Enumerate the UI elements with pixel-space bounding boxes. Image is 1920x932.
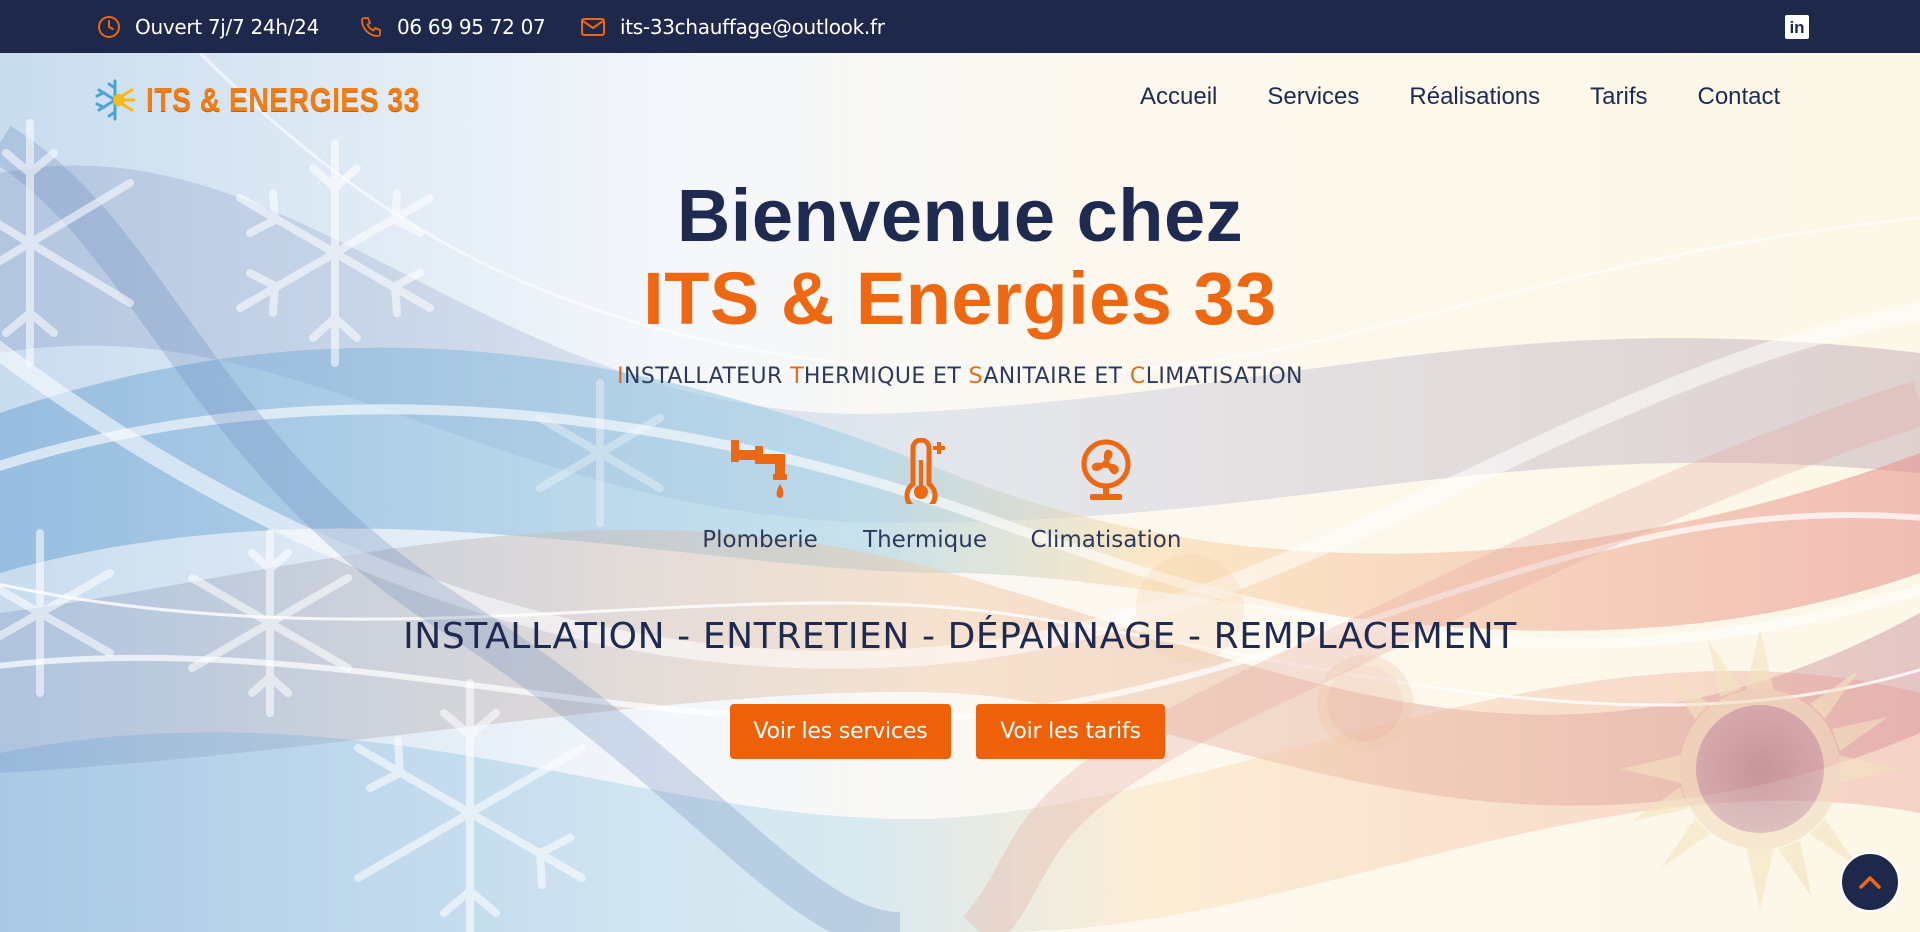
hero-company-name: ITS & Energies 33 bbox=[643, 257, 1277, 340]
hero-tagline: INSTALLATION - ENTRETIEN - DÉPANNAGE - R… bbox=[403, 616, 1517, 657]
subtitle-initial-c: C bbox=[1129, 364, 1146, 389]
phone-link[interactable]: 06 69 95 72 07 bbox=[359, 0, 546, 53]
scroll-to-top-button[interactable] bbox=[1840, 852, 1900, 912]
view-tarifs-button[interactable]: Voir les tarifs bbox=[976, 704, 1165, 759]
subtitle-word-climatisation: LIMATISATION bbox=[1145, 364, 1303, 389]
service-thermique[interactable]: Thermique bbox=[855, 438, 995, 553]
fan-icon bbox=[1081, 439, 1131, 500]
hero-section: ITS & ENERGIES 33 Accueil Services Réali… bbox=[0, 53, 1920, 932]
snowflake-sun-icon bbox=[95, 79, 136, 121]
main-navigation: Accueil Services Réalisations Tarifs Con… bbox=[1140, 83, 1780, 111]
subtitle-initial-t: T bbox=[790, 364, 804, 389]
subtitle-word-sanitaire: ANITAIRE ET bbox=[983, 364, 1130, 389]
nav-realisations[interactable]: Réalisations bbox=[1409, 83, 1540, 111]
opening-hours: Ouvert 7j/7 24h/24 bbox=[97, 0, 319, 53]
nav-contact[interactable]: Contact bbox=[1697, 83, 1780, 111]
thermometer-icon bbox=[904, 438, 945, 504]
mail-icon bbox=[581, 17, 605, 36]
chevron-up-icon bbox=[1859, 876, 1881, 889]
subtitle-word-installateur: NSTALLATEUR bbox=[623, 364, 791, 389]
service-climatisation[interactable]: Climatisation bbox=[1020, 438, 1192, 553]
logo-text: ITS & ENERGIES 33 bbox=[146, 81, 420, 118]
linkedin-icon[interactable]: in bbox=[1785, 15, 1809, 39]
clock-icon bbox=[98, 15, 120, 38]
top-info-bar: Ouvert 7j/7 24h/24 06 69 95 72 07 its-33… bbox=[0, 0, 1920, 53]
hero-subtitle: INSTALLATEUR THERMIQUE ET SANITAIRE ET C… bbox=[0, 364, 1920, 389]
phone-icon bbox=[361, 16, 381, 37]
site-logo[interactable]: ITS & ENERGIES 33 bbox=[94, 79, 464, 121]
service-label-climatisation: Climatisation bbox=[1030, 527, 1182, 553]
faucet-icon bbox=[731, 440, 787, 498]
service-label-thermique: Thermique bbox=[863, 527, 987, 553]
service-plomberie[interactable]: Plomberie bbox=[695, 438, 825, 553]
opening-hours-text: Ouvert 7j/7 24h/24 bbox=[135, 14, 319, 39]
hero-title: Bienvenue chez bbox=[676, 174, 1244, 257]
nav-tarifs[interactable]: Tarifs bbox=[1590, 83, 1647, 111]
phone-number: 06 69 95 72 07 bbox=[397, 14, 546, 39]
email-address: its-33chauffage@outlook.fr bbox=[620, 14, 885, 39]
subtitle-word-thermique: HERMIQUE ET bbox=[803, 364, 969, 389]
nav-accueil[interactable]: Accueil bbox=[1140, 83, 1217, 111]
subtitle-initial-i: I bbox=[617, 364, 624, 389]
service-label-plomberie: Plomberie bbox=[702, 527, 818, 553]
view-services-button[interactable]: Voir les services bbox=[730, 704, 951, 759]
nav-services[interactable]: Services bbox=[1267, 83, 1359, 111]
subtitle-initial-s: S bbox=[968, 364, 984, 389]
email-link[interactable]: its-33chauffage@outlook.fr bbox=[580, 0, 885, 53]
